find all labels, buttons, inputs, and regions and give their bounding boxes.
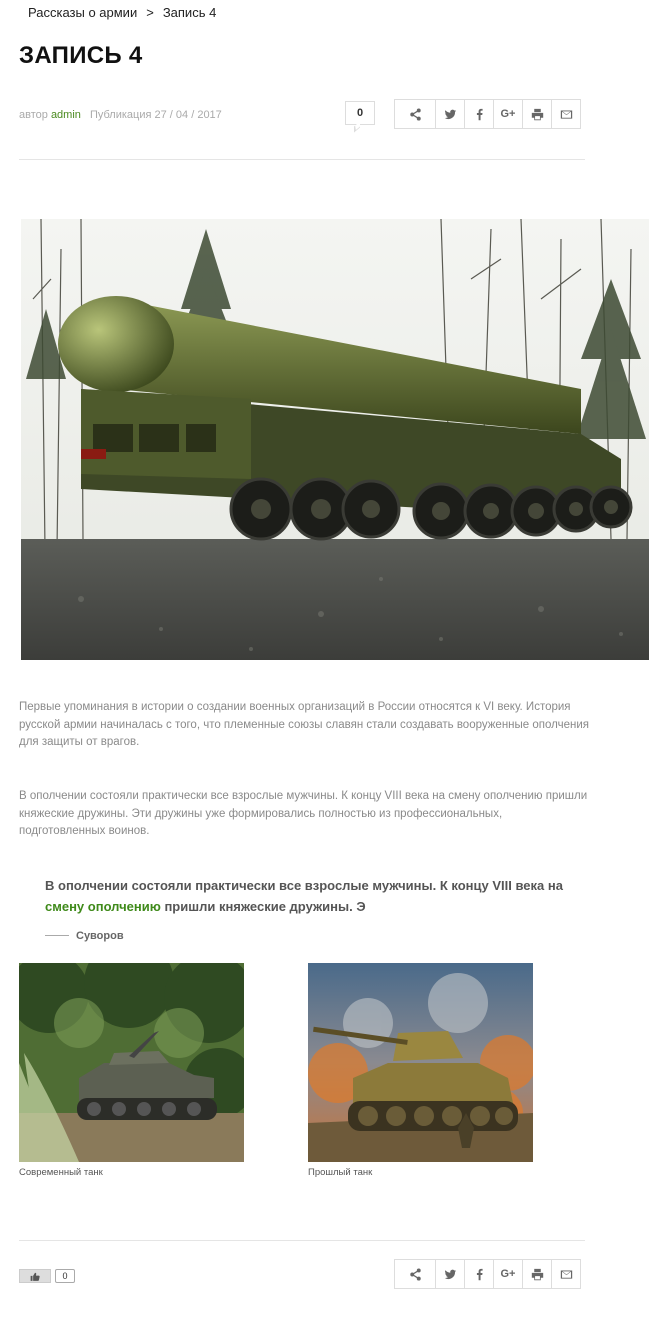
quote-text-before: В ополчении состояли практически все взр… — [45, 878, 563, 893]
author-prefix: автор — [19, 109, 48, 121]
share-icon — [409, 1267, 421, 1281]
print-icon — [531, 108, 543, 120]
figure-modern-tank[interactable] — [19, 963, 244, 1162]
twitter-icon — [444, 109, 456, 119]
facebook-button[interactable] — [464, 1259, 494, 1289]
google-plus-icon: G+ — [500, 1268, 516, 1280]
breadcrumb-current: Запись 4 — [162, 5, 217, 20]
facebook-icon — [476, 1268, 483, 1280]
article-meta: автор admin Публикация 27 / 04 / 2017 — [19, 109, 222, 121]
figure-caption-historic-tank: Прошлый танк — [308, 1167, 373, 1178]
missile-launcher-illustration — [21, 219, 649, 660]
share-icon — [409, 107, 421, 121]
published-date: 27 / 04 / 2017 — [154, 109, 222, 121]
email-button[interactable] — [551, 1259, 581, 1289]
author-link[interactable]: admin — [51, 109, 81, 121]
breadcrumb-parent-link[interactable]: Рассказы о армии — [28, 5, 137, 20]
print-icon — [531, 1268, 543, 1280]
comment-bubble-tail — [354, 121, 360, 133]
like-count: 0 — [55, 1269, 75, 1283]
twitter-button[interactable] — [435, 1259, 465, 1289]
article-paragraph-2: В ополчении состояли практически все взр… — [19, 790, 588, 838]
divider-bottom — [19, 1240, 585, 1241]
figure-caption-modern-tank: Современный танк — [19, 1167, 103, 1178]
email-button[interactable] — [551, 99, 581, 129]
share-button[interactable] — [394, 99, 436, 129]
article-paragraph-1: Первые упоминания в истории о создании в… — [19, 701, 590, 749]
hero-image-missile-launcher — [21, 219, 649, 660]
google-plus-button[interactable]: G+ — [493, 1259, 523, 1289]
page-title: ЗАПИСЬ 4 — [19, 42, 143, 69]
share-bar-top: G+ — [394, 99, 581, 129]
email-icon — [560, 109, 572, 119]
like-button[interactable] — [19, 1269, 51, 1283]
thumbs-up-icon — [30, 1272, 40, 1281]
figure-historic-tank[interactable] — [308, 963, 533, 1162]
comment-count: 0 — [356, 107, 364, 119]
share-bar-bottom: G+ — [394, 1259, 581, 1289]
published-prefix: Публикация — [89, 109, 152, 121]
share-button[interactable] — [394, 1259, 436, 1289]
comment-count-badge[interactable]: 0 — [345, 101, 375, 133]
quote-text-after: пришли княжеские дружины. Э — [160, 899, 366, 914]
blockquote: В ополчении состояли практически все взр… — [45, 875, 585, 917]
facebook-icon — [476, 108, 483, 120]
modern-tank-image — [19, 963, 244, 1162]
quote-author: Суворов — [76, 930, 124, 942]
quote-highlight-link[interactable]: смену ополчению — [45, 899, 161, 914]
google-plus-button[interactable]: G+ — [493, 99, 523, 129]
breadcrumb: Рассказы о армии > Запись 4 — [28, 5, 216, 20]
facebook-button[interactable] — [464, 99, 494, 129]
breadcrumb-separator: > — [146, 5, 154, 20]
like-widget: 0 — [19, 1269, 75, 1283]
print-button[interactable] — [522, 1259, 552, 1289]
email-icon — [560, 1269, 572, 1279]
twitter-button[interactable] — [435, 99, 465, 129]
historic-tank-image — [308, 963, 533, 1162]
divider-top — [19, 159, 585, 160]
print-button[interactable] — [522, 99, 552, 129]
google-plus-icon: G+ — [500, 108, 516, 120]
quote-cite-line — [45, 935, 69, 936]
twitter-icon — [444, 1269, 456, 1279]
